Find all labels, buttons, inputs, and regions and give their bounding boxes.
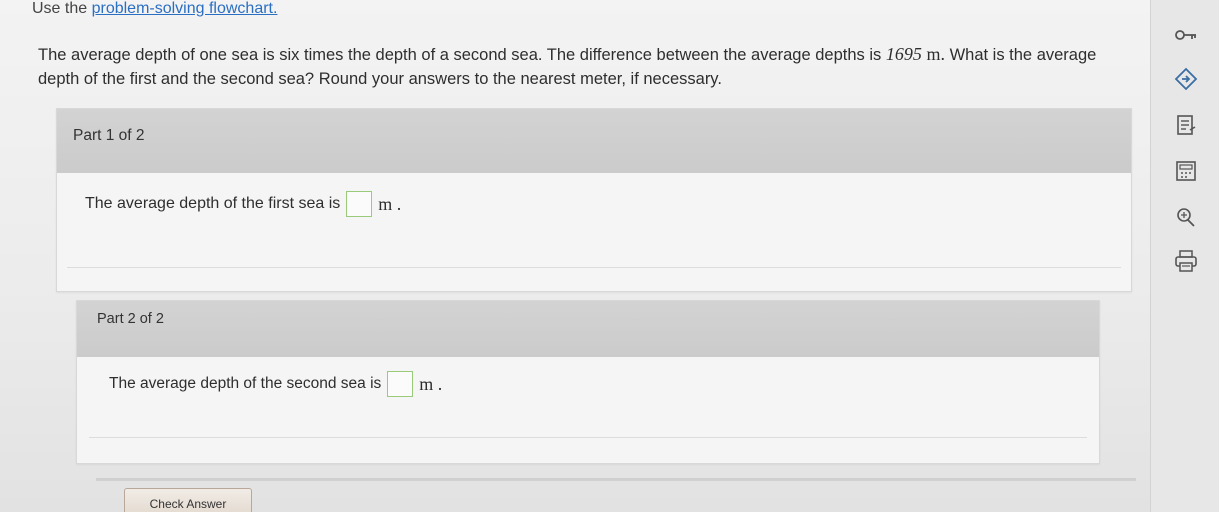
instruction-prefix: Use the: [32, 0, 88, 17]
problem-unit: m.: [926, 44, 945, 64]
problem-value: 1695: [885, 44, 922, 64]
part-2-label: Part 2 of 2: [97, 311, 164, 327]
problem-text-before: The average depth of one sea is six time…: [38, 46, 882, 64]
print-icon[interactable]: [1171, 246, 1201, 276]
part-2-prompt: The average depth of the second sea is: [109, 375, 382, 392]
part-1-panel: Part 1 of 2 The average depth of the fir…: [56, 108, 1132, 292]
notes-icon[interactable]: [1171, 110, 1201, 140]
part-1-prompt: The average depth of the first sea is: [85, 195, 341, 212]
bottom-divider: [96, 478, 1136, 481]
part-2-unit: m .: [419, 373, 443, 394]
part-1-header: [57, 109, 1131, 173]
instruction-line: Use the problem-solving flowchart.: [32, 0, 277, 18]
right-toolbar: [1150, 0, 1219, 512]
part-2-answer-line: The average depth of the second sea is m…: [109, 371, 442, 397]
part-2-divider: [89, 437, 1087, 438]
part-1-divider: [67, 267, 1121, 268]
part-2-panel: Part 2 of 2 The average depth of the sec…: [76, 300, 1100, 464]
play-arrow-icon[interactable]: [1171, 64, 1201, 94]
flowchart-link[interactable]: problem-solving flowchart.: [92, 0, 278, 17]
calculator-icon[interactable]: [1171, 156, 1201, 186]
part-2-header: [77, 301, 1099, 357]
main-content: Use the problem-solving flowchart. The a…: [0, 0, 1150, 512]
part-1-unit: m .: [378, 193, 402, 214]
check-answer-button[interactable]: Check Answer: [124, 488, 252, 512]
part-2-answer-input[interactable]: [387, 371, 414, 397]
key-icon[interactable]: [1171, 20, 1201, 50]
part-1-answer-input[interactable]: [346, 191, 373, 217]
problem-statement: The average depth of one sea is six time…: [38, 42, 1138, 91]
part-1-answer-line: The average depth of the first sea is m …: [85, 191, 401, 217]
part-1-label: Part 1 of 2: [73, 127, 145, 144]
formula-icon[interactable]: [1171, 202, 1201, 232]
